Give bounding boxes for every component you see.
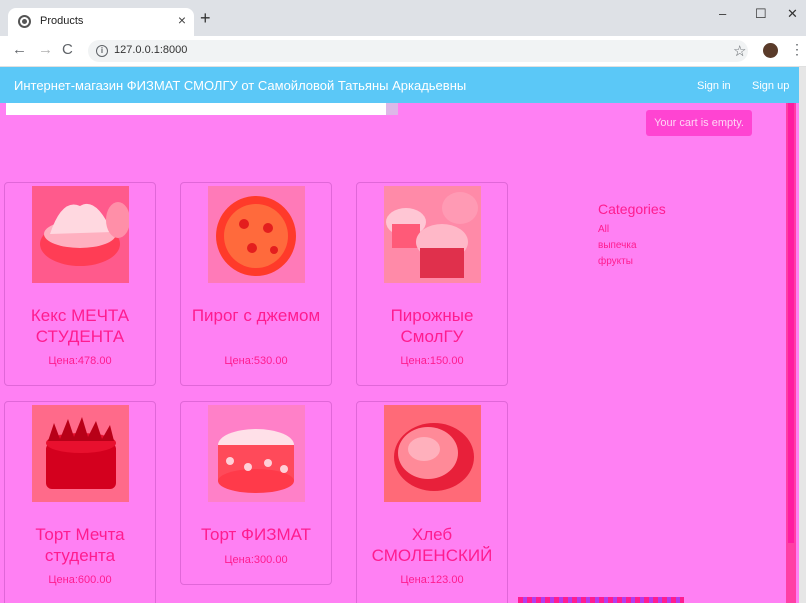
cart-button[interactable]: Your cart is empty. [646,110,752,136]
site-navbar: Интернет-магазин ФИЗМАТ СМОЛГУ от Самойл… [0,67,799,103]
minimize-icon[interactable]: – [719,6,726,21]
product-title[interactable]: Пирог с джемом [181,305,331,326]
address-bar: ← → C i 127.0.0.1:8000 [0,36,806,67]
bookmark-star-icon[interactable]: ☆ [733,42,746,60]
decorative-strip [518,597,684,603]
search-input[interactable] [6,103,386,115]
page-content: Your cart is empty. Кекс МЕЧТА СТУДЕНТА … [0,103,806,603]
product-title[interactable]: Кекс МЕЧТА СТУДЕНТА [5,305,155,347]
product-card: Торт Мечта студента Цена:600.00 [4,401,156,603]
search-input-edge [386,103,398,115]
product-title[interactable]: Торт Мечта студента [5,524,155,566]
product-card: Пирожные СмолГУ Цена:150.00 [356,182,508,386]
back-arrow-icon[interactable]: ← [12,42,27,58]
url-field[interactable]: i 127.0.0.1:8000 [88,40,748,62]
sign-up-link[interactable]: Sign up [752,80,789,92]
product-price: Цена:123.00 [400,574,464,586]
globe-icon [18,15,31,28]
product-price: Цена:600.00 [48,574,112,586]
product-title[interactable]: Хлеб СМОЛЕНСКИЙ [357,524,507,566]
category-link-vypechka[interactable]: выпечка [598,240,637,251]
product-title[interactable]: Торт ФИЗМАТ [181,524,331,545]
url-text[interactable]: 127.0.0.1:8000 [114,44,187,56]
info-icon[interactable]: i [96,45,108,57]
cupcakes-image[interactable] [384,186,481,283]
reload-icon[interactable]: C [62,42,73,58]
product-card: Пирог с джемом Цена:530.00 [180,182,332,386]
product-price: Цена:478.00 [48,355,112,367]
tab-close-icon[interactable]: × [178,12,186,28]
cake-image[interactable] [208,405,305,502]
product-price: Цена:150.00 [400,355,464,367]
cake-image[interactable] [32,405,129,502]
product-card: Торт ФИЗМАТ Цена:300.00 [180,401,332,585]
cake-image[interactable] [32,186,129,283]
profile-avatar[interactable] [763,43,778,58]
browser-tab[interactable]: Products × [8,8,194,36]
sign-in-link[interactable]: Sign in [697,80,731,92]
tab-title: Products [40,15,84,27]
browser-scrollbar[interactable] [799,67,806,603]
maximize-icon[interactable]: ☐ [755,6,767,22]
product-card: Хлеб СМОЛЕНСКИЙ Цена:123.00 [356,401,508,603]
category-link-frukty[interactable]: фрукты [598,256,633,267]
new-tab-icon[interactable]: + [200,9,211,27]
page-scrollbar-thumb[interactable] [788,103,794,543]
categories-heading: Categories [598,201,666,217]
browser-menu-icon[interactable]: ⋮ [790,41,804,58]
product-card: Кекс МЕЧТА СТУДЕНТА Цена:478.00 [4,182,156,386]
close-window-icon[interactable]: ✕ [787,6,798,22]
category-link-all[interactable]: All [598,224,609,235]
product-price: Цена:300.00 [224,554,288,566]
browser-tab-strip: Products × + – ☐ ✕ [0,0,806,36]
product-price: Цена:530.00 [224,355,288,367]
forward-arrow-icon[interactable]: → [38,42,53,58]
site-brand-link[interactable]: Интернет-магазин ФИЗМАТ СМОЛГУ от Самойл… [14,78,466,93]
pie-image[interactable] [208,186,305,283]
bread-image[interactable] [384,405,481,502]
product-title[interactable]: Пирожные СмолГУ [357,305,507,347]
